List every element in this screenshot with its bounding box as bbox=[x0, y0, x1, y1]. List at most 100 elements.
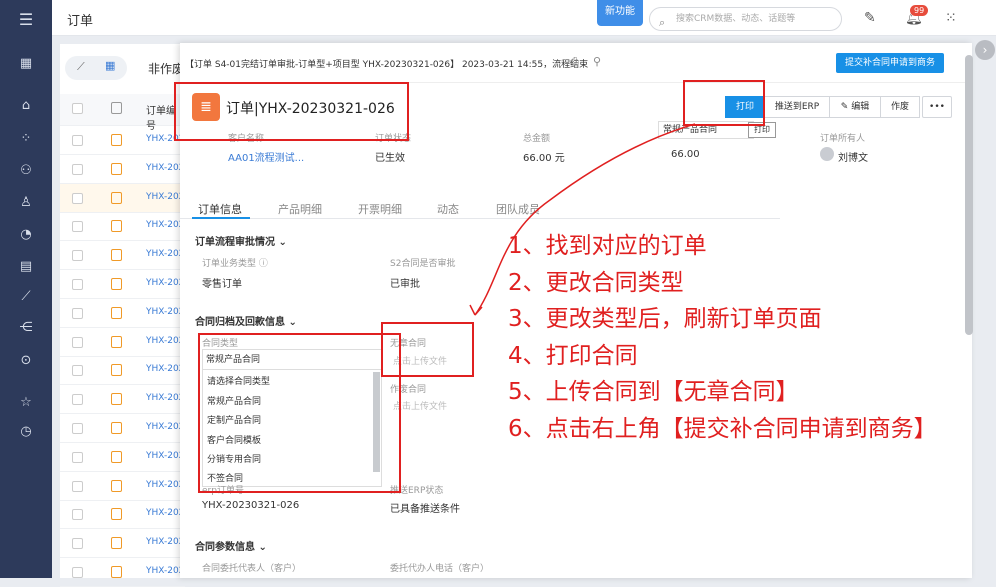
more-button[interactable]: ••• bbox=[922, 96, 952, 118]
row-checkbox[interactable] bbox=[72, 394, 83, 406]
table-row[interactable]: YHX-202 bbox=[60, 414, 185, 443]
table-row[interactable]: YHX-202 bbox=[60, 270, 185, 299]
order-number-link[interactable]: YHX-202 bbox=[146, 307, 184, 317]
order-number-link[interactable]: YHX-202 bbox=[146, 480, 184, 490]
table-row[interactable]: YHX-202 bbox=[60, 328, 185, 357]
row-checkbox[interactable] bbox=[72, 250, 83, 262]
row-checkbox[interactable] bbox=[72, 567, 83, 578]
apps-icon[interactable]: ⁘ bbox=[18, 131, 34, 147]
row-checkbox[interactable] bbox=[72, 451, 83, 463]
order-doc-icon bbox=[111, 422, 122, 434]
table-row[interactable]: YHX-202 bbox=[60, 126, 185, 155]
row-checkbox[interactable] bbox=[72, 307, 83, 319]
apps-grid-icon[interactable]: ⁙ bbox=[945, 10, 957, 26]
users-icon[interactable]: ⚇ bbox=[18, 163, 34, 179]
help-icon[interactable]: ⓘ bbox=[259, 259, 268, 269]
table-row[interactable]: YHX-202 bbox=[60, 472, 185, 501]
order-doc-icon bbox=[111, 364, 122, 377]
clock-icon[interactable]: ◷ bbox=[18, 424, 34, 440]
order-number-link[interactable]: YHX-202 bbox=[146, 364, 184, 374]
chart-icon[interactable]: ⟋ bbox=[18, 289, 34, 305]
row-checkbox[interactable] bbox=[72, 163, 83, 175]
delegate-label: 合同委托代表人（客户） bbox=[202, 564, 302, 574]
row-checkbox[interactable] bbox=[72, 509, 83, 521]
section-contract-title: 合同归档及回款信息 ⌄ bbox=[195, 313, 297, 328]
tab-invoices[interactable]: 开票明细 bbox=[358, 201, 402, 217]
order-number-link[interactable]: YHX-202 bbox=[146, 508, 184, 518]
trend-icon[interactable]: ⟋ bbox=[77, 60, 85, 74]
push-status-value: 已具备推送条件 bbox=[390, 504, 460, 515]
order-number-link[interactable]: YHX-202 bbox=[146, 192, 184, 202]
edit-note-icon[interactable]: ✎ bbox=[864, 10, 876, 26]
row-checkbox[interactable] bbox=[72, 279, 83, 290]
pie-icon[interactable]: ◔ bbox=[18, 227, 34, 243]
table-row[interactable]: YHX-202 bbox=[60, 183, 185, 213]
table-row[interactable]: YHX-202 bbox=[60, 356, 185, 386]
tab-products[interactable]: 产品明细 bbox=[278, 201, 322, 217]
table-row[interactable]: YHX-202 bbox=[60, 529, 185, 559]
table-row[interactable]: YHX-202 bbox=[60, 299, 185, 328]
table-row[interactable]: YHX-202 bbox=[60, 155, 185, 184]
row-checkbox[interactable] bbox=[72, 336, 83, 348]
flow-icon[interactable]: ⋲ bbox=[18, 320, 34, 336]
grid-icon[interactable]: ▦ bbox=[18, 56, 34, 72]
chevron-down-icon[interactable]: ⌄ bbox=[288, 317, 296, 328]
table-row[interactable]: YHX-202 bbox=[60, 558, 185, 587]
order-doc-icon bbox=[111, 450, 122, 463]
order-number-link[interactable]: YHX-202 bbox=[146, 566, 184, 576]
search-input[interactable]: ⌕ 搜索CRM数据、动态、话题等 bbox=[649, 7, 842, 31]
tree-icon[interactable]: ⚲ bbox=[593, 55, 601, 68]
order-number-link[interactable]: YHX-202 bbox=[146, 278, 184, 288]
order-number-link[interactable]: YHX-202 bbox=[146, 451, 184, 461]
doc-icon bbox=[111, 102, 122, 114]
new-feature-badge[interactable]: 新功能 bbox=[597, 0, 643, 26]
row-checkbox[interactable] bbox=[72, 538, 83, 550]
instruction-steps: 1、找到对应的订单 2、更改合同类型 3、更改类型后，刷新订单页面 4、打印合同… bbox=[508, 228, 988, 447]
home-icon[interactable]: ⌂ bbox=[18, 98, 34, 114]
void-button[interactable]: 作废 bbox=[880, 96, 920, 118]
push-erp-button[interactable]: 推送到ERP bbox=[764, 96, 830, 118]
order-number-link[interactable]: YHX-202 bbox=[146, 163, 184, 173]
annotation-box-title bbox=[174, 82, 409, 141]
target-icon[interactable]: ⊙ bbox=[18, 353, 34, 369]
star-icon[interactable]: ☆ bbox=[18, 395, 34, 411]
section-params-label: 合同参数信息 bbox=[195, 542, 255, 553]
upload-void-contract[interactable]: 点击上传文件 bbox=[393, 399, 447, 412]
close-icon[interactable]: › bbox=[975, 40, 995, 60]
edit-button[interactable]: ✎ 编辑 bbox=[829, 96, 881, 118]
order-number-link[interactable]: YHX-202 bbox=[146, 249, 184, 259]
order-number-link[interactable]: YHX-202 bbox=[146, 537, 184, 547]
chevron-down-icon[interactable]: ⌄ bbox=[258, 542, 266, 553]
order-number-link[interactable]: YHX-202 bbox=[146, 422, 184, 432]
list-header: 订单编号 bbox=[60, 94, 185, 132]
row-checkbox[interactable] bbox=[72, 423, 83, 434]
table-row[interactable]: YHX-202 bbox=[60, 241, 185, 271]
edit-label: 编辑 bbox=[851, 102, 870, 112]
order-doc-icon bbox=[111, 278, 122, 290]
menu-icon[interactable]: ☰ bbox=[18, 12, 34, 28]
row-checkbox[interactable] bbox=[72, 480, 83, 492]
tab-not-void[interactable]: 非作废 bbox=[148, 60, 184, 77]
contact-icon[interactable]: ♙ bbox=[18, 195, 34, 211]
row-checkbox[interactable] bbox=[72, 365, 83, 377]
row-checkbox[interactable] bbox=[72, 221, 83, 233]
view-toggle[interactable]: ⟋ ▦ bbox=[65, 56, 127, 80]
table-row[interactable]: YHX-202 bbox=[60, 500, 185, 530]
row-checkbox[interactable] bbox=[72, 135, 83, 146]
chevron-down-icon[interactable]: ⌄ bbox=[278, 237, 286, 248]
customer-link[interactable]: AA01流程测试... bbox=[228, 149, 304, 164]
tab-order-info[interactable]: 订单信息 bbox=[198, 201, 242, 217]
submit-contract-button[interactable]: 提交补合同申请到商务 bbox=[836, 53, 944, 73]
row-checkbox[interactable] bbox=[72, 192, 83, 204]
report-icon[interactable]: ▤ bbox=[18, 259, 34, 275]
table-row[interactable]: YHX-202 bbox=[60, 212, 185, 242]
doc-icon[interactable]: ⎙ bbox=[570, 55, 579, 69]
order-number-link[interactable]: YHX-202 bbox=[146, 393, 184, 403]
order-doc-icon bbox=[111, 134, 122, 146]
select-all-checkbox[interactable] bbox=[72, 103, 83, 114]
order-number-link[interactable]: YHX-202 bbox=[146, 336, 184, 346]
table-view-icon[interactable]: ▦ bbox=[105, 59, 115, 72]
table-row[interactable]: YHX-202 bbox=[60, 443, 185, 472]
table-row[interactable]: YHX-202 bbox=[60, 385, 185, 415]
order-number-link[interactable]: YHX-202 bbox=[146, 220, 184, 230]
